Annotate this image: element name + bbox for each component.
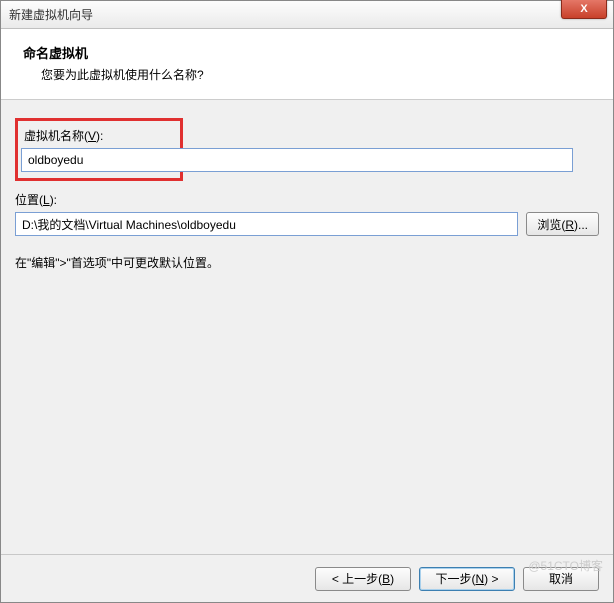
location-label: 位置(L): — [15, 191, 599, 208]
back-button[interactable]: < 上一步(B) — [315, 567, 411, 591]
vm-name-input[interactable] — [21, 148, 573, 172]
close-button[interactable]: X — [561, 0, 607, 19]
location-input[interactable] — [15, 212, 518, 236]
location-row: 浏览(R)... — [15, 212, 599, 236]
name-highlight-box: 虚拟机名称(V): — [15, 118, 183, 181]
header-subtitle: 您要为此虚拟机使用什么名称? — [41, 66, 593, 83]
footer: < 上一步(B) 下一步(N) > 取消 — [1, 554, 613, 602]
header-section: 命名虚拟机 您要为此虚拟机使用什么名称? — [1, 29, 613, 100]
wizard-window: 新建虚拟机向导 X 命名虚拟机 您要为此虚拟机使用什么名称? 虚拟机名称(V):… — [0, 0, 614, 603]
content-area: 虚拟机名称(V): 位置(L): 浏览(R)... 在"编辑">"首选项"中可更… — [1, 100, 613, 271]
next-button[interactable]: 下一步(N) > — [419, 567, 515, 591]
window-title: 新建虚拟机向导 — [9, 6, 93, 23]
vm-name-label: 虚拟机名称(V): — [24, 127, 174, 144]
browse-button[interactable]: 浏览(R)... — [526, 212, 599, 236]
header-title: 命名虚拟机 — [23, 43, 593, 62]
cancel-button[interactable]: 取消 — [523, 567, 599, 591]
close-icon: X — [580, 3, 587, 15]
location-block: 位置(L): 浏览(R)... — [15, 191, 599, 236]
titlebar: 新建虚拟机向导 X — [1, 1, 613, 29]
hint-text: 在"编辑">"首选项"中可更改默认位置。 — [15, 254, 599, 271]
